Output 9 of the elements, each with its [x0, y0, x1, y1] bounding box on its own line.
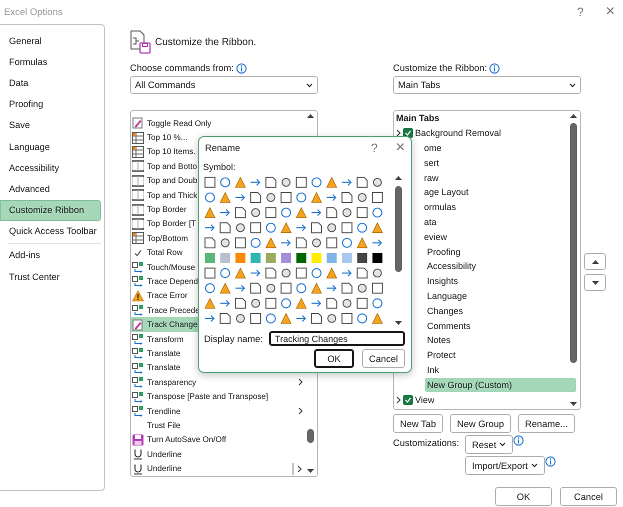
field-label: Choose commands from: [130, 63, 234, 73]
tree-header: Main Tabs [395, 112, 440, 126]
dialog-title: Rename [205, 142, 242, 152]
symbol-label: Symbol: [203, 162, 237, 172]
field-label: Customize the Ribbon: [393, 63, 488, 73]
window-title: Excel Options [4, 6, 64, 18]
field-label: Display name: [204, 334, 263, 344]
customizations-label: Customizations: [393, 437, 460, 448]
page-heading: Customize the Ribbon. [155, 36, 256, 48]
